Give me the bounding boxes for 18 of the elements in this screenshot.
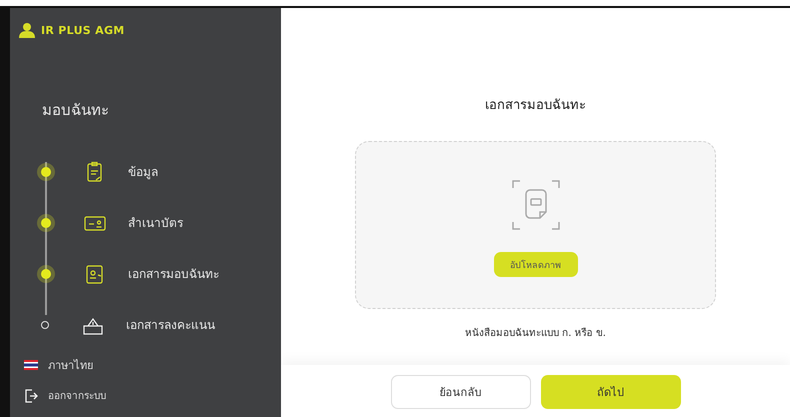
logo-icon xyxy=(18,22,36,38)
upload-button[interactable]: อัปโหลดภาพ xyxy=(494,252,578,277)
step-label: เอกสารลงคะแนน xyxy=(126,317,215,334)
sidebar-title: มอบฉันทะ xyxy=(42,100,110,121)
document-scan-icon xyxy=(512,180,560,230)
step-label: สำเนาบัตร xyxy=(128,215,183,232)
logout-icon xyxy=(24,388,38,402)
logout-link[interactable]: ออกจากระบบ xyxy=(48,388,106,403)
upload-dropzone[interactable]: อัปโหลดภาพ xyxy=(355,141,716,309)
page-heading: เอกสารมอบฉันทะ xyxy=(485,97,586,115)
back-button[interactable]: ย้อนกลับ xyxy=(390,375,530,409)
step-label: ข้อมูล xyxy=(128,164,158,181)
upload-caption: หนังสือมอบฉันทะแบบ ก. หรือ ข. xyxy=(465,326,606,340)
flag-icon xyxy=(24,360,38,370)
step-label: เอกสารมอบฉันทะ xyxy=(128,266,219,283)
language-selector[interactable]: ภาษาไทย xyxy=(48,356,93,374)
logo-text: IR PLUS AGM xyxy=(41,24,125,36)
next-button[interactable]: ถัดไป xyxy=(540,375,680,409)
